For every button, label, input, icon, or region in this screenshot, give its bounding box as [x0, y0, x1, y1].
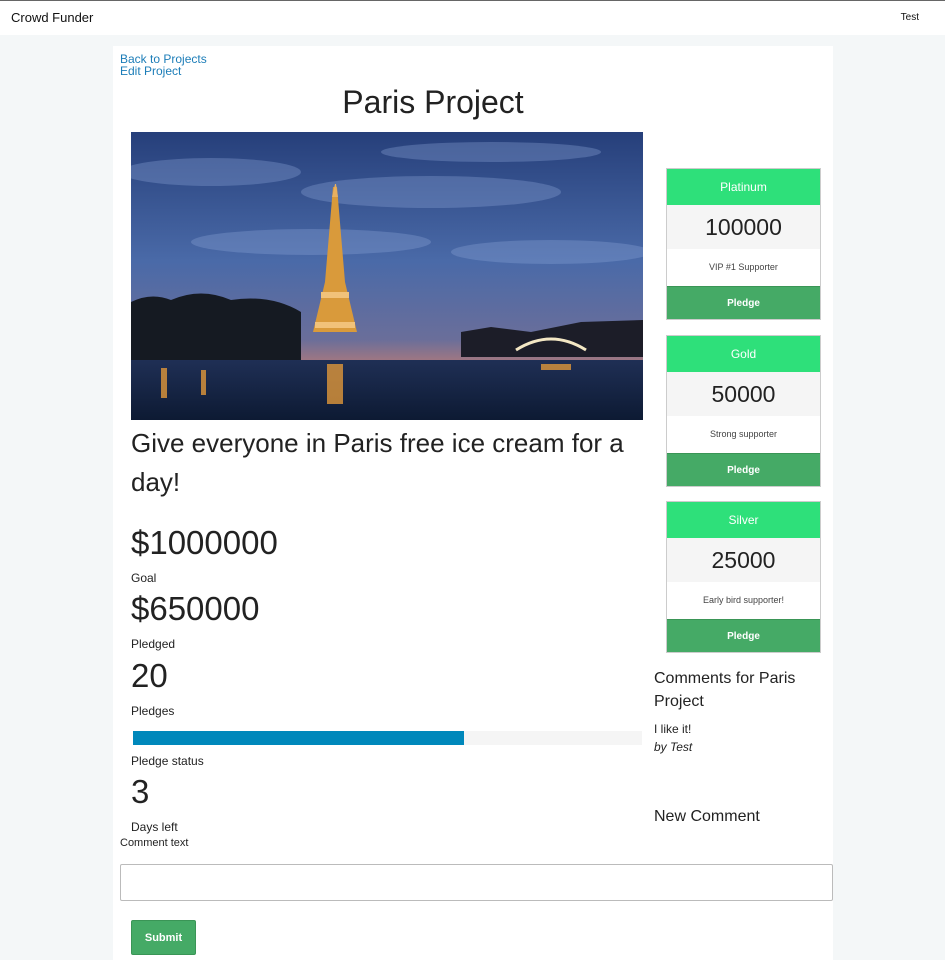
edit-project-link[interactable]: Edit Project — [120, 65, 207, 77]
reward-card-silver: Silver 25000 Early bird supporter! Pledg… — [666, 501, 821, 653]
reward-amount: 50000 — [667, 372, 820, 416]
reward-tier-name: Platinum — [667, 169, 820, 205]
user-menu[interactable]: Test — [901, 12, 919, 23]
reward-amount: 25000 — [667, 538, 820, 582]
reward-card-gold: Gold 50000 Strong supporter Pledge — [666, 335, 821, 487]
comments-heading: Comments for Paris Project — [654, 670, 796, 710]
reward-description: Early bird supporter! — [702, 595, 785, 605]
pledge-button[interactable]: Pledge — [667, 619, 820, 652]
pledges-value: 20 — [131, 657, 168, 694]
reward-description: VIP #1 Supporter — [709, 262, 778, 272]
project-page: Back to Projects Edit Project Paris Proj… — [113, 46, 833, 960]
reward-description: Strong supporter — [709, 429, 778, 439]
reward-card-platinum: Platinum 100000 VIP #1 Supporter Pledge — [666, 168, 821, 320]
project-links: Back to Projects Edit Project — [120, 53, 207, 77]
pledge-button[interactable]: Pledge — [667, 286, 820, 319]
top-navbar: Crowd Funder Test — [0, 0, 945, 35]
comment-text-label: Comment text — [120, 837, 189, 849]
pledge-progress-fill — [133, 731, 464, 745]
submit-comment-button[interactable]: Submit — [131, 920, 196, 955]
days-left-label: Days left — [131, 820, 178, 834]
page-title: Paris Project — [342, 84, 524, 120]
reward-tier-name: Silver — [667, 502, 820, 538]
comment-text-input[interactable] — [120, 864, 833, 901]
reward-tier-name: Gold — [667, 336, 820, 372]
pledge-status-label: Pledge status — [131, 754, 204, 768]
pledge-progress-bar — [133, 731, 642, 745]
brand-link[interactable]: Crowd Funder — [11, 10, 93, 25]
pledged-label: Pledged — [131, 637, 176, 651]
goal-value: $1000000 — [131, 524, 278, 561]
comment-author: by Test — [654, 740, 693, 754]
pledged-value: $650000 — [131, 590, 260, 627]
goal-label: Goal — [131, 571, 157, 585]
pledge-button[interactable]: Pledge — [667, 453, 820, 486]
pledges-label: Pledges — [131, 704, 175, 718]
new-comment-heading: New Comment — [654, 808, 760, 825]
reward-amount: 100000 — [667, 205, 820, 249]
project-image — [131, 132, 643, 420]
comment-body: I like it! — [654, 722, 692, 736]
days-left-value: 3 — [131, 773, 150, 810]
project-tagline: Give everyone in Paris free ice cream fo… — [131, 428, 624, 497]
